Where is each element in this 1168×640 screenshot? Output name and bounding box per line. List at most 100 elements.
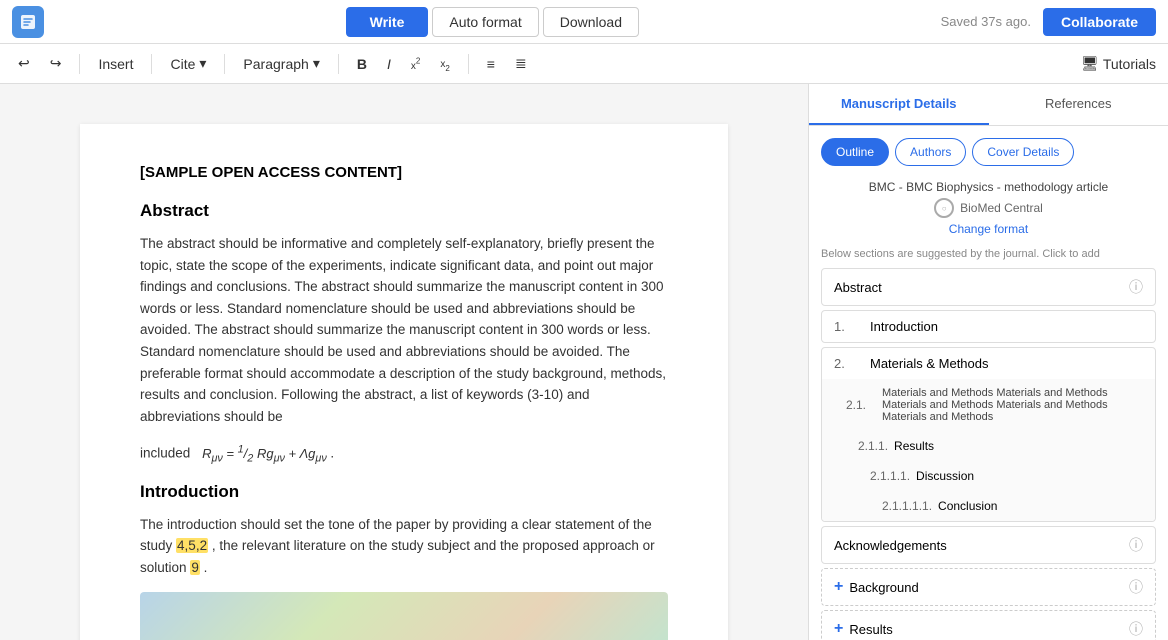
- intro-heading: Introduction: [140, 482, 668, 502]
- intro-row-label: Introduction: [870, 319, 1143, 334]
- suggested-label: Below sections are suggested by the jour…: [821, 248, 1156, 260]
- toolbar-separator4: [338, 54, 339, 74]
- background-info-icon[interactable]: ⓘ: [1129, 577, 1143, 597]
- document-title: [SAMPLE OPEN ACCESS CONTENT]: [140, 164, 668, 181]
- abstract-included: included: [140, 446, 190, 461]
- subtab-outline[interactable]: Outline: [821, 138, 889, 166]
- bold-button[interactable]: B: [351, 54, 373, 74]
- discussion-num: 2.1.1.1.: [870, 469, 910, 483]
- paragraph-arrow: ▾: [313, 55, 320, 72]
- acknowledgements-info-icon[interactable]: ⓘ: [1129, 535, 1143, 555]
- subtab-authors[interactable]: Authors: [895, 138, 966, 166]
- insert-dropdown[interactable]: Insert: [92, 54, 139, 74]
- main-layout: [SAMPLE OPEN ACCESS CONTENT] Abstract Th…: [0, 84, 1168, 640]
- undo-button[interactable]: ↩: [12, 53, 36, 74]
- outline-results[interactable]: 2.1.1. Results: [822, 431, 1155, 461]
- cite-arrow: ▾: [199, 55, 206, 72]
- insert-label: Insert: [98, 56, 133, 72]
- materials-num: 2.: [834, 356, 864, 371]
- toolbar-separator5: [468, 54, 469, 74]
- image-thumbnail: [140, 592, 668, 640]
- outline-materials-sub[interactable]: 2.1. Materials and Methods Materials and…: [822, 379, 1155, 431]
- journal-info: BMC - BMC Biophysics - methodology artic…: [821, 180, 1156, 194]
- background-plus-icon: +: [834, 578, 843, 596]
- paragraph-label: Paragraph: [243, 56, 308, 72]
- nav-right: Saved 37s ago. Collaborate: [941, 8, 1156, 36]
- top-nav: Write Auto format Download Saved 37s ago…: [0, 0, 1168, 44]
- outline-acknowledgements[interactable]: Acknowledgements ⓘ: [821, 526, 1156, 564]
- results-num: 2.1.1.: [858, 439, 888, 453]
- intro-num: 1.: [834, 319, 864, 334]
- intro-citation2: 9: [190, 560, 200, 575]
- outline-materials-row[interactable]: 2. Materials & Methods: [822, 348, 1155, 379]
- download-button[interactable]: Download: [543, 7, 639, 37]
- document-area[interactable]: [SAMPLE OPEN ACCESS CONTENT] Abstract Th…: [0, 84, 808, 640]
- superscript-button[interactable]: x2: [405, 54, 426, 74]
- outline-results2[interactable]: + Results ⓘ: [821, 610, 1156, 640]
- redo-button[interactable]: ↪: [44, 53, 68, 74]
- intro-citation: 4,5,2: [176, 538, 208, 553]
- cite-label: Cite: [170, 56, 195, 72]
- period: .: [330, 446, 334, 461]
- list-button[interactable]: ≡: [481, 54, 501, 74]
- abstract-body2: included Rμν = 1/2 Rgμν + Λgμν .: [140, 441, 668, 467]
- outline-intro: 1. Introduction: [821, 310, 1156, 343]
- document-content: [SAMPLE OPEN ACCESS CONTENT] Abstract Th…: [80, 124, 728, 640]
- results2-plus-icon: +: [834, 620, 843, 638]
- toolbar-separator3: [224, 54, 225, 74]
- write-button[interactable]: Write: [346, 7, 429, 37]
- abstract-body: The abstract should be informative and c…: [140, 233, 668, 427]
- intro-text3: .: [204, 560, 208, 575]
- conclusion-label: Conclusion: [938, 499, 1143, 513]
- right-panel: Manuscript Details References Outline Au…: [808, 84, 1168, 640]
- acknowledgements-label: Acknowledgements: [834, 538, 947, 553]
- paragraph-dropdown[interactable]: Paragraph ▾: [237, 53, 325, 74]
- autoformat-button[interactable]: Auto format: [432, 7, 538, 37]
- abstract-heading: Abstract: [140, 201, 668, 221]
- collaborate-button[interactable]: Collaborate: [1043, 8, 1156, 36]
- outline-intro-row[interactable]: 1. Introduction: [822, 311, 1155, 342]
- subtab-cover[interactable]: Cover Details: [972, 138, 1074, 166]
- subscript-button[interactable]: x2: [434, 52, 455, 75]
- biomed-logo-circle: ○: [934, 198, 954, 218]
- results2-label: Results: [849, 622, 1129, 637]
- mode-buttons: Write Auto format Download: [346, 7, 639, 37]
- biomed-label: BioMed Central: [960, 201, 1043, 215]
- tutorials-label: Tutorials: [1103, 56, 1156, 72]
- saved-status: Saved 37s ago.: [941, 14, 1031, 29]
- materials-sub-label: Materials and Methods Materials and Meth…: [882, 387, 1143, 423]
- abstract-text: The abstract should be informative and c…: [140, 236, 666, 424]
- outline-conclusion[interactable]: 2.1.1.1.1. Conclusion: [822, 491, 1155, 521]
- intro-text2: , the relevant literature on the study s…: [140, 538, 655, 575]
- toolbar-separator: [79, 54, 80, 74]
- change-format-link[interactable]: Change format: [821, 222, 1156, 236]
- tab-references[interactable]: References: [989, 84, 1168, 125]
- app-logo: [12, 6, 44, 38]
- tutorials-button[interactable]: 🖥 Tutorials: [1081, 55, 1156, 72]
- editor-toolbar: ↩ ↪ Insert Cite ▾ Paragraph ▾ B I x2 x2 …: [0, 44, 1168, 84]
- numbered-list-button[interactable]: ≣: [509, 53, 533, 74]
- materials-sub-num: 2.1.: [846, 398, 876, 412]
- results-label: Results: [894, 439, 1143, 453]
- discussion-label: Discussion: [916, 469, 1143, 483]
- math-formula: Rμν = 1/2 Rgμν + Λgμν: [202, 446, 330, 461]
- italic-button[interactable]: I: [381, 54, 397, 74]
- panel-tabs: Manuscript Details References: [809, 84, 1168, 126]
- outline-discussion[interactable]: 2.1.1.1. Discussion: [822, 461, 1155, 491]
- cite-dropdown[interactable]: Cite ▾: [164, 53, 212, 74]
- tab-manuscript[interactable]: Manuscript Details: [809, 84, 989, 125]
- outline-background[interactable]: + Background ⓘ: [821, 568, 1156, 606]
- intro-body: The introduction should set the tone of …: [140, 514, 668, 579]
- biomed-row: ○ BioMed Central: [821, 198, 1156, 218]
- tutorials-icon: 🖥: [1081, 55, 1099, 72]
- toolbar-right: 🖥 Tutorials: [1081, 55, 1156, 72]
- results2-info-icon[interactable]: ⓘ: [1129, 619, 1143, 639]
- nav-left: [12, 6, 44, 38]
- materials-label: Materials & Methods: [870, 356, 1143, 371]
- outline-materials: 2. Materials & Methods 2.1. Materials an…: [821, 347, 1156, 522]
- background-label: Background: [849, 580, 1129, 595]
- toolbar-separator2: [151, 54, 152, 74]
- outline-abstract[interactable]: Abstract ⓘ: [821, 268, 1156, 306]
- conclusion-num: 2.1.1.1.1.: [882, 499, 932, 513]
- abstract-info-icon[interactable]: ⓘ: [1129, 277, 1143, 297]
